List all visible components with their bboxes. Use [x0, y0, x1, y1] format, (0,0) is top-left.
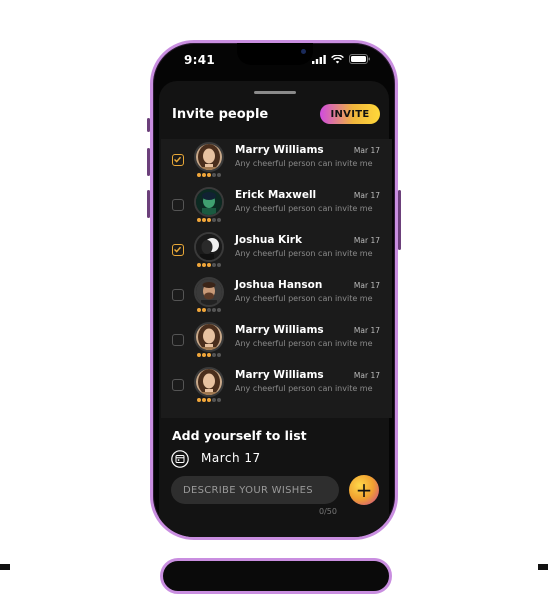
woman-avatar — [194, 367, 224, 397]
rating-stars — [197, 308, 221, 312]
list-item[interactable]: Joshua Hanson Any cheerful person can inv… — [161, 274, 392, 319]
rating-stars — [197, 263, 221, 267]
star-icon — [217, 353, 221, 357]
person-date: Mar 17 — [353, 146, 380, 155]
star-icon — [207, 173, 211, 177]
star-icon — [212, 308, 216, 312]
wifi-icon — [331, 54, 344, 63]
notch — [237, 43, 313, 65]
add-section-title: Add yourself to list — [172, 428, 307, 443]
person-subtitle: Any cheerful person can invite me — [235, 294, 373, 303]
star-icon — [202, 308, 206, 312]
star-icon — [207, 308, 211, 312]
man-beard-avatar — [194, 277, 224, 307]
list-item[interactable]: Marry Williams Any cheerful person can in… — [161, 319, 392, 364]
star-icon — [212, 263, 216, 267]
system-icons — [312, 54, 371, 64]
list-item[interactable]: Erick Maxwell Any cheerful person can inv… — [161, 184, 392, 229]
person-name: Marry Williams — [235, 369, 324, 381]
wishes-input[interactable] — [171, 476, 339, 504]
person-subtitle: Any cheerful person can invite me — [235, 339, 373, 348]
star-icon — [202, 353, 206, 357]
invite-checkbox[interactable] — [172, 289, 184, 301]
person-name: Marry Williams — [235, 324, 324, 336]
person-date: Mar 17 — [353, 191, 380, 200]
star-icon — [197, 218, 201, 222]
invite-checkbox[interactable] — [172, 334, 184, 346]
star-icon — [217, 308, 221, 312]
rating-stars — [197, 173, 221, 177]
star-icon — [207, 353, 211, 357]
person-subtitle: Any cheerful person can invite me — [235, 384, 373, 393]
check-icon — [173, 246, 182, 253]
star-icon — [212, 218, 216, 222]
star-icon — [212, 398, 216, 402]
corner-mark — [538, 564, 548, 570]
person-name: Joshua Hanson — [235, 279, 323, 291]
person-subtitle: Any cheerful person can invite me — [235, 249, 373, 258]
calendar-icon[interactable] — [171, 450, 189, 468]
list-item[interactable]: Marry Williams Any cheerful person can in… — [161, 364, 392, 409]
people-list: Marry Williams Any cheerful person can in… — [161, 139, 392, 418]
sheet-title: Invite people — [172, 107, 269, 122]
star-icon — [202, 173, 206, 177]
corner-mark — [0, 564, 10, 570]
rating-stars — [197, 398, 221, 402]
star-icon — [197, 398, 201, 402]
selected-date[interactable]: March 17 — [201, 451, 261, 465]
star-icon — [217, 173, 221, 177]
invite-checkbox[interactable] — [172, 379, 184, 391]
star-icon — [207, 218, 211, 222]
next-phone-preview — [160, 558, 392, 594]
char-counter: 0/50 — [319, 507, 337, 516]
signal-icon — [312, 54, 326, 64]
check-icon — [173, 156, 182, 163]
man-green-avatar — [194, 187, 224, 217]
person-date: Mar 17 — [353, 236, 380, 245]
person-name: Marry Williams — [235, 144, 324, 156]
invite-button[interactable]: INVITE — [320, 104, 380, 124]
person-name: Erick Maxwell — [235, 189, 317, 201]
star-icon — [207, 263, 211, 267]
person-subtitle: Any cheerful person can invite me — [235, 159, 373, 168]
camera-dot — [301, 49, 306, 54]
man-dark-avatar — [194, 232, 224, 262]
add-button[interactable]: + — [349, 475, 379, 505]
phone-frame: 9:41 Invite people INVITE Marry Williams… — [150, 40, 398, 540]
star-icon — [197, 263, 201, 267]
power-button — [398, 190, 401, 250]
star-icon — [202, 218, 206, 222]
woman-avatar — [194, 142, 224, 172]
sheet-grabber[interactable] — [254, 91, 296, 94]
list-item[interactable]: Marry Williams Any cheerful person can in… — [161, 139, 392, 184]
rating-stars — [197, 218, 221, 222]
battery-icon — [349, 54, 370, 64]
star-icon — [207, 398, 211, 402]
status-bar: 9:41 — [153, 43, 395, 79]
invite-checkbox[interactable] — [172, 199, 184, 211]
person-date: Mar 17 — [353, 281, 380, 290]
person-date: Mar 17 — [353, 371, 380, 380]
star-icon — [212, 173, 216, 177]
invite-checkbox[interactable] — [172, 244, 184, 256]
star-icon — [202, 263, 206, 267]
list-item[interactable]: Joshua Kirk Any cheerful person can invit… — [161, 229, 392, 274]
person-subtitle: Any cheerful person can invite me — [235, 204, 373, 213]
person-name: Joshua Kirk — [235, 234, 302, 246]
star-icon — [202, 398, 206, 402]
star-icon — [197, 308, 201, 312]
star-icon — [217, 398, 221, 402]
woman-avatar — [194, 322, 224, 352]
person-date: Mar 17 — [353, 326, 380, 335]
star-icon — [212, 353, 216, 357]
invite-checkbox[interactable] — [172, 154, 184, 166]
rating-stars — [197, 353, 221, 357]
status-time: 9:41 — [184, 53, 216, 67]
star-icon — [197, 353, 201, 357]
invite-sheet: Invite people INVITE Marry Williams Any c… — [159, 81, 392, 537]
star-icon — [217, 218, 221, 222]
star-icon — [197, 173, 201, 177]
star-icon — [217, 263, 221, 267]
